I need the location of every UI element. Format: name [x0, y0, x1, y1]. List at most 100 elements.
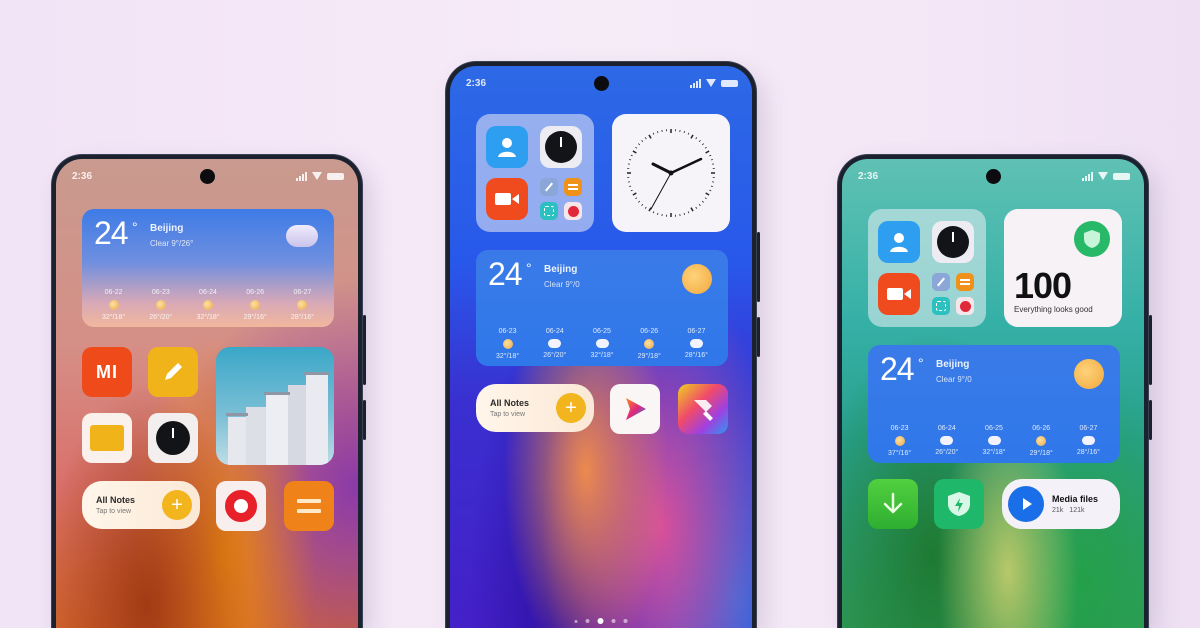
sun-icon: [502, 339, 513, 349]
forecast-range: 26°/20°: [543, 352, 567, 359]
clock-tick: [701, 143, 704, 146]
video-call-app[interactable]: [878, 273, 920, 315]
clock-tick: [687, 132, 690, 135]
phone-left: 2:36 24 ° Beijing Clear 9°/26° 06-22 32°/…: [52, 155, 366, 628]
weather-widget[interactable]: 24 ° Beijing Clear 9°/26° 06-22 32°/18° 0…: [82, 209, 334, 327]
forecast-date: 06-25: [593, 328, 611, 335]
status-time: 2:36: [72, 170, 93, 182]
person-icon: [890, 233, 908, 252]
themes-app[interactable]: [678, 384, 728, 434]
weather-temp: 24: [488, 256, 523, 292]
forecast-date: 06-27: [687, 328, 706, 335]
forecast-day: 06-24 26°/20°: [923, 425, 970, 457]
person-icon: [498, 138, 516, 157]
mi-app[interactable]: MI: [82, 347, 132, 397]
notes-pencil-app[interactable]: [148, 347, 198, 397]
weather-temp: 24: [880, 351, 915, 387]
clock-tick: [652, 211, 655, 214]
forecast-day: 06-27 28°/16°: [279, 289, 326, 321]
signal-icon: [690, 78, 701, 88]
clock-icon: [937, 226, 969, 258]
clock-app[interactable]: [540, 126, 582, 168]
clock-tick: [638, 200, 641, 203]
clock-tick: [698, 203, 701, 206]
notes-widget[interactable]: All Notes Tap to view +: [82, 481, 200, 529]
forecast-day: 06-24 26°/20°: [531, 328, 578, 360]
forecast-range: 28°/16°: [684, 352, 708, 359]
forecast-date: 06-24: [937, 425, 956, 432]
weather-widget[interactable]: 24 ° Beijing Clear 9°/0 06-23 37°/16° 06-…: [868, 345, 1120, 463]
add-note-button[interactable]: +: [556, 393, 586, 423]
forecast-day: 06-22 32°/18°: [90, 289, 137, 321]
app-folder[interactable]: [868, 209, 986, 327]
page-indicator[interactable]: [574, 618, 628, 624]
forecast-range: 32°/18°: [590, 352, 614, 359]
clock-tick: [635, 197, 638, 200]
sun-icon: [894, 436, 905, 446]
contacts-app[interactable]: [486, 126, 528, 168]
weather-desc: Clear 9°/0: [544, 280, 580, 289]
side-button: [363, 400, 366, 440]
forecast-date: 06-23: [890, 425, 909, 432]
photo-widget[interactable]: [216, 347, 334, 465]
add-note-button[interactable]: +: [162, 490, 192, 520]
scanner-app[interactable]: [932, 297, 950, 315]
calculator-app[interactable]: [956, 273, 974, 291]
forecast-day: 06-23 37°/16°: [876, 425, 923, 457]
weather-city: Beijing: [936, 359, 970, 370]
sun-icon: [644, 339, 655, 349]
forecast-day: 06-25 32°/18°: [578, 328, 625, 360]
cloud-icon: [987, 436, 1001, 445]
media-files-widget[interactable]: Media files 21k 121k: [1002, 479, 1120, 529]
forecast-row: 06-23 32°/18° 06-24 26°/20° 06-25 32°/18° 0…: [484, 328, 720, 360]
contacts-app[interactable]: [878, 221, 920, 263]
calculator-app[interactable]: [564, 178, 582, 196]
forecast-date: 06-26: [640, 328, 659, 335]
clock-tick: [657, 131, 659, 134]
app-folder[interactable]: [476, 114, 594, 232]
sun-icon: [682, 264, 712, 294]
forecast-row: 06-22 32°/18° 06-23 26°/20° 06-24 32°/18° 0…: [90, 289, 326, 321]
clock-app[interactable]: [932, 221, 974, 263]
play-icon: [626, 398, 646, 420]
side-button: [363, 315, 366, 385]
notes-app[interactable]: [932, 273, 950, 291]
forecast-row: 06-23 37°/16° 06-24 26°/20° 06-25 32°/18° 0…: [876, 425, 1112, 457]
forecast-date: 06-24: [199, 289, 217, 296]
forecast-range: 28°/16°: [1076, 449, 1100, 456]
scanner-app[interactable]: [540, 202, 558, 220]
equals-icon: [297, 499, 321, 513]
phone-middle: 2:36 24 ° Beijing Clear 9°/0 06-23 32°/1…: [446, 62, 760, 628]
calculator-app[interactable]: [284, 481, 334, 531]
security-score-widget[interactable]: 100 Everything looks good: [1004, 209, 1122, 327]
video-player-app[interactable]: [610, 384, 660, 434]
security-app[interactable]: [934, 479, 984, 529]
screen-recorder-app[interactable]: [216, 481, 266, 531]
home-screen: 2:36: [842, 159, 1144, 628]
clock-widget[interactable]: [612, 114, 730, 232]
sun-icon: [297, 300, 308, 310]
notes-app[interactable]: [540, 178, 558, 196]
clock-app[interactable]: [148, 413, 198, 463]
scan-icon: [544, 206, 554, 216]
clock-tick: [657, 212, 659, 215]
cloud-icon: [689, 339, 703, 348]
security-app[interactable]: [956, 297, 974, 315]
play-icon: [1008, 486, 1044, 522]
security-app[interactable]: [564, 202, 582, 220]
download-arrow-icon: [883, 492, 903, 514]
file-manager-app[interactable]: [82, 413, 132, 463]
clock-tick: [690, 134, 694, 139]
weather-widget[interactable]: 24 ° Beijing Clear 9°/0 06-23 32°/18° 06-…: [476, 250, 728, 366]
clock-tick: [690, 207, 694, 212]
notes-widget[interactable]: All Notes Tap to view +: [476, 384, 594, 432]
forecast-day: 06-27 28°/16°: [1065, 425, 1112, 457]
video-call-app[interactable]: [486, 178, 528, 220]
media-stat-photos: 21k: [1052, 507, 1064, 514]
building-photo: [226, 372, 330, 465]
forecast-range: 26°/20°: [935, 449, 959, 456]
downloads-app[interactable]: [868, 479, 918, 529]
clock-tick: [705, 150, 710, 154]
clock-tick: [683, 131, 685, 134]
analog-clock-icon: [627, 129, 715, 217]
